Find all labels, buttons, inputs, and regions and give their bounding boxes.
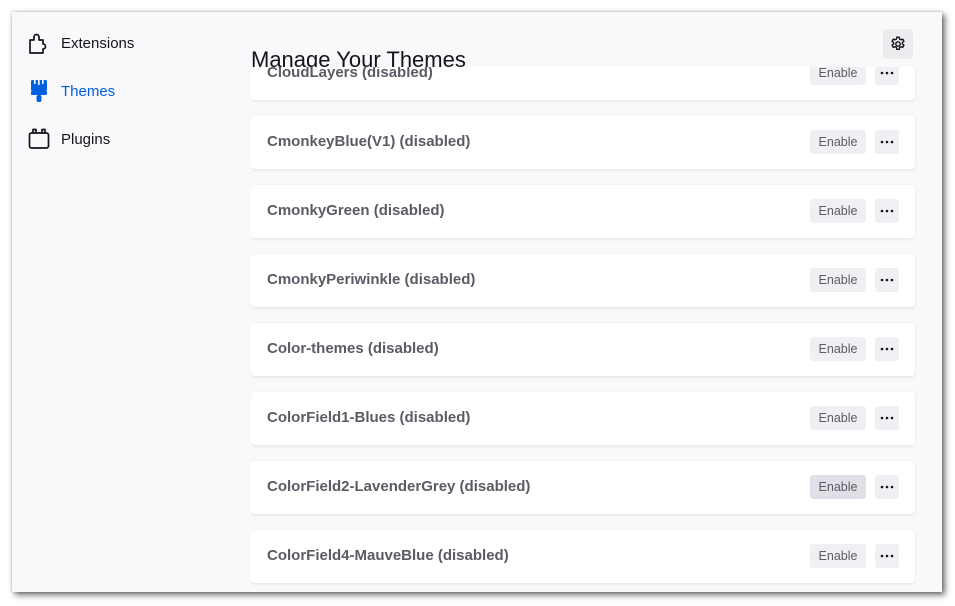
theme-card[interactable]: CmonkyGreen (disabled) Enable xyxy=(251,185,915,238)
theme-name: CmonkyGreen (disabled) xyxy=(267,202,445,219)
theme-card[interactable]: ColorField1-Blues (disabled) Enable xyxy=(251,392,915,445)
enable-button[interactable]: Enable xyxy=(810,67,866,85)
theme-card[interactable]: ColorField4-MauveBlue (disabled) Enable xyxy=(251,530,915,583)
theme-name: CmonkyPeriwinkle (disabled) xyxy=(267,271,476,288)
plugin-block-icon xyxy=(28,127,50,151)
enable-button[interactable]: Enable xyxy=(810,406,866,430)
puzzle-piece-icon xyxy=(28,31,50,55)
more-options-button[interactable] xyxy=(875,337,899,361)
sidebar-item-label: Themes xyxy=(61,82,116,100)
theme-card[interactable]: ColorField2-LavenderGrey (disabled) Enab… xyxy=(251,461,915,514)
sidebar-item-extensions[interactable]: Extensions xyxy=(28,29,218,57)
ellipsis-icon xyxy=(880,416,894,420)
enable-button[interactable]: Enable xyxy=(810,199,866,223)
paintbrush-icon xyxy=(28,79,50,103)
theme-name: ColorField1-Blues (disabled) xyxy=(267,409,471,426)
main-content: Manage Your Themes CloudLayers (disabled… xyxy=(251,12,916,592)
more-options-button[interactable] xyxy=(875,544,899,568)
more-options-button[interactable] xyxy=(875,406,899,430)
categories-sidebar: Extensions Themes Plugins xyxy=(12,12,232,592)
theme-card[interactable]: CmonkeyBlue(V1) (disabled) Enable xyxy=(251,116,915,169)
enable-button[interactable]: Enable xyxy=(810,268,866,292)
enable-button[interactable]: Enable xyxy=(810,544,866,568)
ellipsis-icon xyxy=(880,347,894,351)
ellipsis-icon xyxy=(880,485,894,489)
enable-button[interactable]: Enable xyxy=(810,130,866,154)
theme-card[interactable]: CloudLayers (disabled) Enable xyxy=(251,67,915,100)
settings-button[interactable] xyxy=(883,29,913,59)
enable-button[interactable]: Enable xyxy=(810,475,866,499)
more-options-button[interactable] xyxy=(875,67,899,85)
sidebar-item-themes[interactable]: Themes xyxy=(28,77,218,105)
theme-name: ColorField4-MauveBlue (disabled) xyxy=(267,547,509,564)
theme-name: ColorField2-LavenderGrey (disabled) xyxy=(267,478,531,495)
ellipsis-icon xyxy=(880,140,894,144)
gear-icon xyxy=(890,36,906,52)
ellipsis-icon xyxy=(880,209,894,213)
themes-list[interactable]: CloudLayers (disabled) Enable CmonkeyBlu… xyxy=(251,67,916,592)
ellipsis-icon xyxy=(880,278,894,282)
more-options-button[interactable] xyxy=(875,130,899,154)
ellipsis-icon xyxy=(880,554,894,558)
more-options-button[interactable] xyxy=(875,199,899,223)
theme-card[interactable]: CmonkyPeriwinkle (disabled) Enable xyxy=(251,254,915,307)
sidebar-item-plugins[interactable]: Plugins xyxy=(28,125,218,153)
more-options-button[interactable] xyxy=(875,268,899,292)
addons-window: Extensions Themes Plugins Manage Your Th… xyxy=(12,12,942,592)
more-options-button[interactable] xyxy=(875,475,899,499)
ellipsis-icon xyxy=(880,71,894,75)
enable-button[interactable]: Enable xyxy=(810,337,866,361)
theme-card[interactable]: Color-themes (disabled) Enable xyxy=(251,323,915,376)
theme-name: Color-themes (disabled) xyxy=(267,340,439,357)
sidebar-item-label: Extensions xyxy=(61,34,135,52)
sidebar-item-label: Plugins xyxy=(61,130,111,148)
theme-name: CloudLayers (disabled) xyxy=(267,67,433,81)
theme-name: CmonkeyBlue(V1) (disabled) xyxy=(267,133,471,150)
